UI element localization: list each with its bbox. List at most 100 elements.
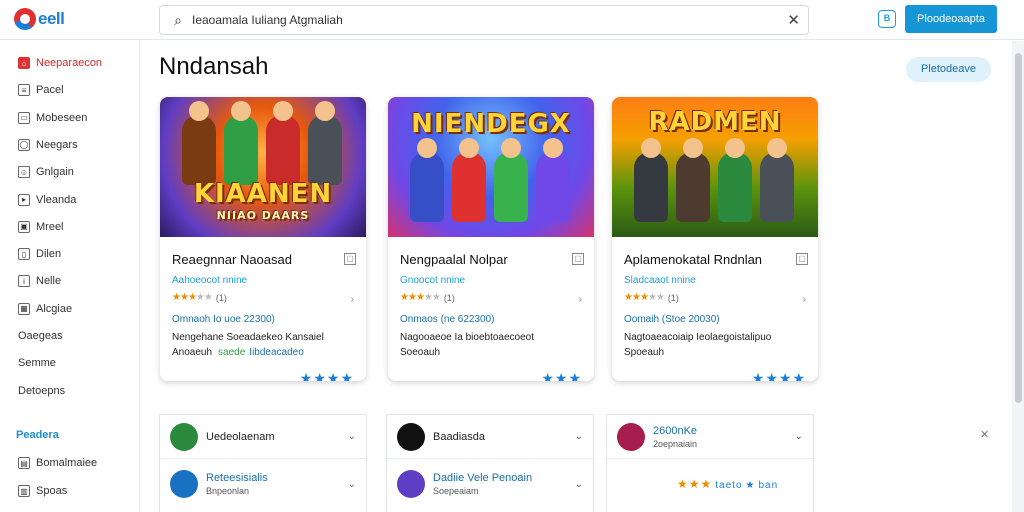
scrollbar[interactable] xyxy=(1012,41,1024,512)
character-head xyxy=(231,101,251,121)
game-artwork[interactable]: RADMEN xyxy=(612,97,818,237)
search-input[interactable] xyxy=(192,13,752,27)
game-logo-subtitle: NIIAO DAARS xyxy=(216,209,310,222)
game-card[interactable]: NIENDEGX Nengpaalal Nolpar ▢ Gnoocot nnine ★… xyxy=(388,97,594,381)
list-item[interactable]: ★★★ taeto ★ ban xyxy=(607,462,813,506)
chevron-right-icon[interactable]: › xyxy=(351,294,354,305)
sidebar-item[interactable]: Oaegeas xyxy=(0,324,139,348)
sidebar-section-item[interactable]: ▥ Spoas xyxy=(0,479,139,503)
character-head xyxy=(459,138,479,158)
sidebar-item-label: Alcgiae xyxy=(36,302,73,315)
sidebar-section-item[interactable]: ▤ Bomalmaiee xyxy=(0,451,139,475)
game-logo-title: RADMEN xyxy=(648,107,782,137)
list-item-text: Reteesisialis Bnpeonlan xyxy=(206,472,268,496)
home-icon: ⌂ xyxy=(18,57,30,69)
list-item-title: Reteesisialis xyxy=(206,472,268,484)
user-icon: ☺ xyxy=(18,166,30,179)
avatar[interactable] xyxy=(170,422,198,451)
sidebar-item-label: Pacel xyxy=(36,84,64,97)
app-logo[interactable]: eell xyxy=(14,8,65,30)
list-item[interactable]: Reteesisialis Bnpeonlan ⌄ xyxy=(160,462,366,506)
favorite-icon[interactable]: ▢ xyxy=(796,253,808,265)
game-title[interactable]: Aplamenokatal Rndnlan xyxy=(624,252,762,267)
sidebar-item-label: Nelle xyxy=(36,275,62,288)
description-tag: Iibdeacadeo xyxy=(249,347,304,358)
chevron-down-icon[interactable]: ⌄ xyxy=(575,479,583,490)
game-artwork[interactable]: KIAANEN NIIAO DAARS xyxy=(160,97,366,237)
character-head xyxy=(189,101,209,121)
rating-stars-icon: ★★★★ xyxy=(299,370,354,381)
clear-search-icon[interactable]: ✕ xyxy=(787,11,800,29)
sidebar-item[interactable]: ▸ Vleanda xyxy=(0,188,139,212)
list-item-text: 2600nKe 2oepnaiain xyxy=(653,425,697,449)
avatar[interactable] xyxy=(617,422,645,451)
chevron-down-icon[interactable]: ⌄ xyxy=(795,431,803,442)
game-card[interactable]: RADMEN Aplamenokatal Rndnlan ▢ Sladcaaot nn… xyxy=(612,97,818,381)
sidebar-item[interactable]: ☺ Gnlgain xyxy=(0,160,139,184)
chevron-down-icon[interactable]: ⌄ xyxy=(348,479,356,490)
game-card[interactable]: KIAANEN NIIAO DAARS Reaegnnar Naoasad ▢ Aaho… xyxy=(160,97,366,381)
rating-stars-icon: ★★★ xyxy=(541,370,582,381)
sidebar-item[interactable]: ▦ Alcgiae xyxy=(0,297,139,321)
star-rating-icon: ★★★★★ xyxy=(400,292,441,303)
game-category[interactable]: Sladcaaot nnine xyxy=(624,275,696,286)
sidebar-item[interactable]: i Nelle xyxy=(0,269,139,293)
doc-icon: ▯ xyxy=(18,248,30,261)
avatar[interactable] xyxy=(170,470,198,498)
game-category[interactable]: Gnoocot nnine xyxy=(400,275,465,286)
bookmark-icon: ▥ xyxy=(18,485,30,497)
sidebar-item-label: Vleanda xyxy=(36,193,77,206)
favorite-icon[interactable]: ▢ xyxy=(344,253,356,265)
character-figure xyxy=(718,138,752,222)
list-item-subtitle: Soepeaiam xyxy=(433,486,479,496)
pill-button[interactable]: Pletodeave xyxy=(906,57,991,82)
folder-icon: ▤ xyxy=(18,457,30,469)
sidebar-item[interactable]: Detoepns xyxy=(0,379,139,403)
sidebar-item[interactable]: ▯ Dilen xyxy=(0,242,139,266)
list-item[interactable]: Baadiasda ⌄ xyxy=(387,415,593,459)
star-rating-icon: ★★★★★ xyxy=(172,292,213,303)
favorite-icon[interactable]: ▢ xyxy=(572,253,584,265)
list-item[interactable]: 2600nKe 2oepnaiain ⌄ xyxy=(607,415,813,459)
game-logo-title: NIENDEGX xyxy=(411,109,571,139)
character-figure xyxy=(308,101,342,185)
list-item-title: Dadiie Vele Penoain xyxy=(433,472,533,484)
star-rating-icon: ★★★★★ xyxy=(624,292,665,303)
rating-count: (1) xyxy=(215,292,227,303)
star-rating-icon: ★★★ taeto ★ ban xyxy=(677,477,779,491)
sidebar-item[interactable]: ▣ Mreel xyxy=(0,215,139,239)
sidebar-item[interactable]: ▭ Mobeseen xyxy=(0,106,139,130)
scrollbar-thumb[interactable] xyxy=(1015,53,1022,403)
chevron-down-icon[interactable]: ⌄ xyxy=(348,431,356,442)
sidebar-item-label: Bomalmaiee xyxy=(36,457,98,469)
chevron-right-icon[interactable]: › xyxy=(579,294,582,305)
rating: ★★★★★ (1) xyxy=(400,292,455,303)
rating-count: (1) xyxy=(443,292,455,303)
description-line: Nagooaeoe Ia bioebtoaecoeot xyxy=(400,332,535,343)
chevron-right-icon[interactable]: › xyxy=(803,294,806,305)
avatar[interactable] xyxy=(397,470,425,498)
description-line: Soeoauh xyxy=(400,345,585,360)
sidebar-item[interactable]: ◯ Neegars xyxy=(0,133,139,157)
character-figure xyxy=(452,138,486,222)
character-head xyxy=(273,101,293,121)
sidebar-item-label: Oaegeas xyxy=(18,330,63,342)
primary-action-button[interactable]: Ploodeoaapta xyxy=(905,5,997,33)
list-item-title: Baadiasda xyxy=(433,430,485,443)
sidebar-item[interactable]: Semme xyxy=(0,351,139,375)
notification-icon[interactable]: B xyxy=(878,10,896,28)
character-head xyxy=(543,138,563,158)
chevron-down-icon[interactable]: ⌄ xyxy=(575,431,583,442)
game-category[interactable]: Aahoeocot nnine xyxy=(172,275,247,286)
game-artwork[interactable]: NIENDEGX xyxy=(388,97,594,237)
collapse-icon[interactable]: ✕ xyxy=(980,428,989,441)
list-item[interactable]: Uedeolaenam ⌄ xyxy=(160,415,366,459)
list-item[interactable]: Dadiie Vele Penoain Soepeaiam ⌄ xyxy=(387,462,593,506)
game-title[interactable]: Reaegnnar Naoasad xyxy=(172,252,292,267)
sidebar-item[interactable]: ⌂ Neeparaecon xyxy=(0,51,139,75)
avatar[interactable] xyxy=(397,422,425,451)
description-line: Nengehane Soeadaekeo Kansaiel xyxy=(172,332,324,343)
sidebar-item[interactable]: ≡ Pacel xyxy=(0,78,139,102)
game-title[interactable]: Nengpaalal Nolpar xyxy=(400,252,508,267)
rating-label: taeto xyxy=(715,480,743,491)
